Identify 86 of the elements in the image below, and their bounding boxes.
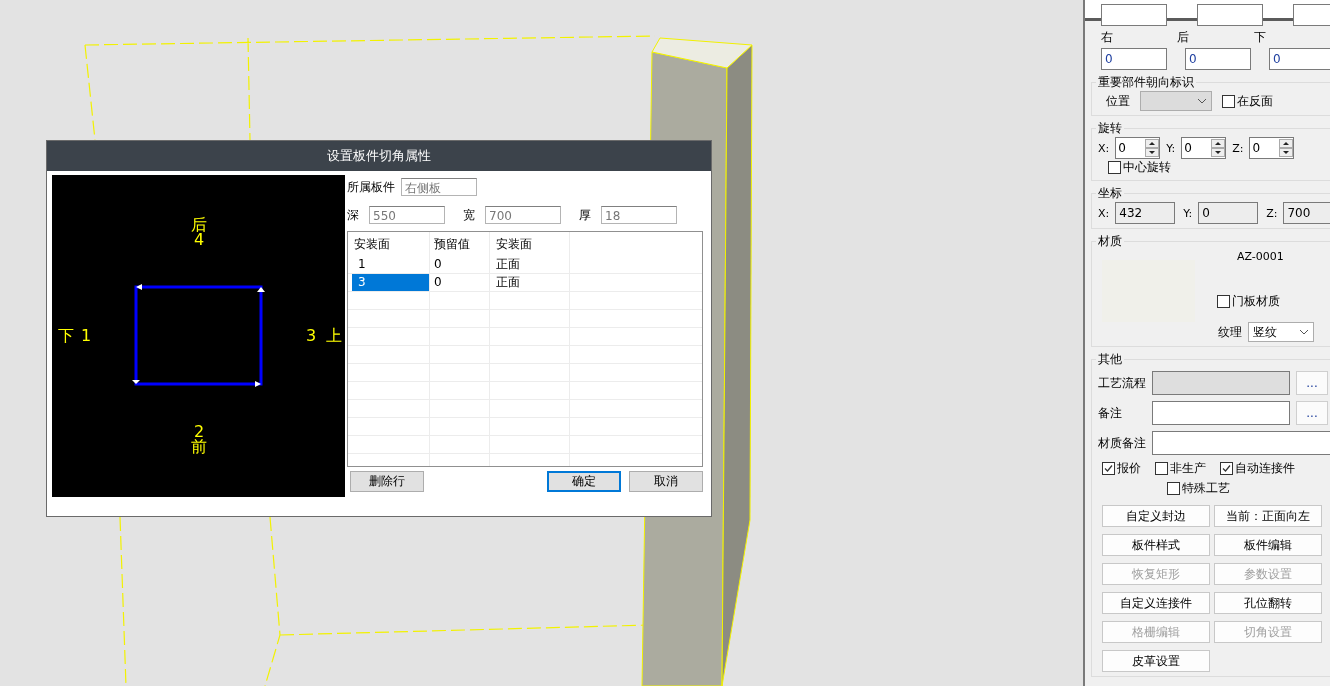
dimension-field[interactable]: 700 [485, 206, 561, 224]
spin-field[interactable]: 0 [1249, 137, 1295, 159]
side-label: 前 [191, 437, 207, 456]
side-label: 上 [326, 326, 342, 345]
side-label: 下 [58, 326, 74, 345]
spin-field[interactable]: 0 [1181, 137, 1227, 159]
field-label: 工艺流程 [1098, 374, 1146, 392]
checkbox[interactable]: 非生产 [1155, 460, 1206, 477]
text-field[interactable] [1152, 401, 1290, 425]
checkbox[interactable]: 在反面 [1222, 92, 1273, 110]
checkbox[interactable]: 门板材质 [1217, 293, 1284, 310]
texture-dropdown[interactable]: 竖纹 [1248, 322, 1314, 342]
panel-button[interactable]: 自定义封边 [1102, 505, 1210, 527]
table-cell[interactable]: 3 [352, 274, 430, 291]
panel-button[interactable]: 当前：正面向左 [1214, 505, 1322, 527]
group-title: 旋转 [1097, 120, 1123, 137]
table-cell[interactable]: 1 [348, 256, 430, 273]
panel-button[interactable]: 皮革设置 [1102, 650, 1210, 672]
checkmark-icon [1103, 463, 1114, 474]
field-label: 下 [1253, 28, 1267, 46]
material-code: AZ-0001 [1236, 250, 1284, 263]
dialog-button[interactable]: 确定 [547, 471, 621, 492]
group-title: 材质 [1097, 233, 1123, 250]
spin-up-icon[interactable] [1279, 139, 1294, 148]
field-label: 宽 [463, 206, 476, 224]
dimension-field[interactable]: 550 [369, 206, 445, 224]
coordinate-field[interactable]: 0 [1198, 202, 1259, 224]
axis-label: Z: [1232, 141, 1244, 155]
column-header: 安装面 [490, 232, 570, 256]
chevron-icon [1299, 329, 1309, 335]
checkbox[interactable]: 报价 [1102, 460, 1141, 477]
checkmark-icon [1221, 463, 1232, 474]
coordinate-field[interactable]: 700 [1283, 202, 1330, 224]
axis-label: Y: [1183, 206, 1193, 220]
field-label: 所属板件 [347, 178, 395, 196]
spin-up-icon[interactable] [1211, 139, 1226, 148]
spin-down-icon[interactable] [1145, 148, 1160, 157]
group-title: 重要部件朝向标识 [1097, 74, 1195, 91]
dialog-button[interactable]: 删除行 [350, 471, 424, 492]
group-title: 坐标 [1097, 185, 1123, 202]
part-field[interactable]: 右侧板 [401, 178, 477, 196]
checkbox[interactable]: 自动连接件 [1220, 460, 1295, 477]
panel-button[interactable]: 板件编辑 [1214, 534, 1322, 556]
panel-button[interactable]: 自定义连接件 [1102, 592, 1210, 614]
spin-field[interactable]: 0 [1115, 137, 1161, 159]
checkbox[interactable]: 中心旋转 [1108, 159, 1171, 176]
offset-field[interactable]: 0 [1185, 48, 1251, 70]
field-label: 材质备注 [1098, 434, 1146, 452]
side-label: 1 [80, 326, 92, 345]
offset-field[interactable]: 0 [1269, 48, 1330, 70]
panel-button[interactable]: 孔位翻转 [1214, 592, 1322, 614]
offset-field[interactable]: 0 [1101, 48, 1167, 70]
table-cell[interactable]: 正面 [490, 274, 570, 291]
spin-down-icon[interactable] [1279, 148, 1294, 157]
spin-down-icon[interactable] [1211, 148, 1226, 157]
field-label: 厚 [579, 206, 592, 224]
dialog-button[interactable]: 取消 [629, 471, 703, 492]
spin-up-icon[interactable] [1145, 139, 1160, 148]
axis-label: X: [1098, 206, 1110, 220]
column-header: 安装面 [348, 232, 430, 256]
text-field[interactable] [1152, 431, 1330, 455]
dimension-field[interactable]: 18 [601, 206, 677, 224]
dialog-title: 设置板件切角属性 [47, 141, 711, 171]
group-title: 其他 [1097, 351, 1123, 368]
table-cell[interactable]: 0 [430, 256, 490, 273]
browse-button[interactable]: ... [1296, 401, 1328, 425]
field-label: 深 [347, 206, 360, 224]
chevron-icon [1197, 98, 1207, 104]
field-label: 备注 [1098, 404, 1123, 422]
text-field[interactable] [1197, 4, 1263, 26]
table-cell[interactable]: 0 [430, 274, 490, 291]
side-label: 后 [191, 215, 207, 234]
panel-button[interactable]: 板件样式 [1102, 534, 1210, 556]
checkbox[interactable]: 特殊工艺 [1167, 480, 1230, 497]
axis-label: Y: [1166, 141, 1176, 155]
text-field[interactable] [1101, 4, 1167, 26]
axis-label: X: [1098, 141, 1110, 155]
axis-label: Z: [1266, 206, 1278, 220]
table-cell[interactable]: 正面 [490, 256, 570, 273]
side-label: 3 [305, 326, 317, 345]
coordinate-field[interactable]: 432 [1115, 202, 1176, 224]
field-label: 后 [1177, 28, 1191, 46]
field-label: 位置 [1106, 92, 1130, 110]
field-label: 右 [1101, 28, 1114, 46]
field-label: 纹理 [1218, 323, 1242, 341]
column-header: 预留值 [430, 232, 490, 256]
